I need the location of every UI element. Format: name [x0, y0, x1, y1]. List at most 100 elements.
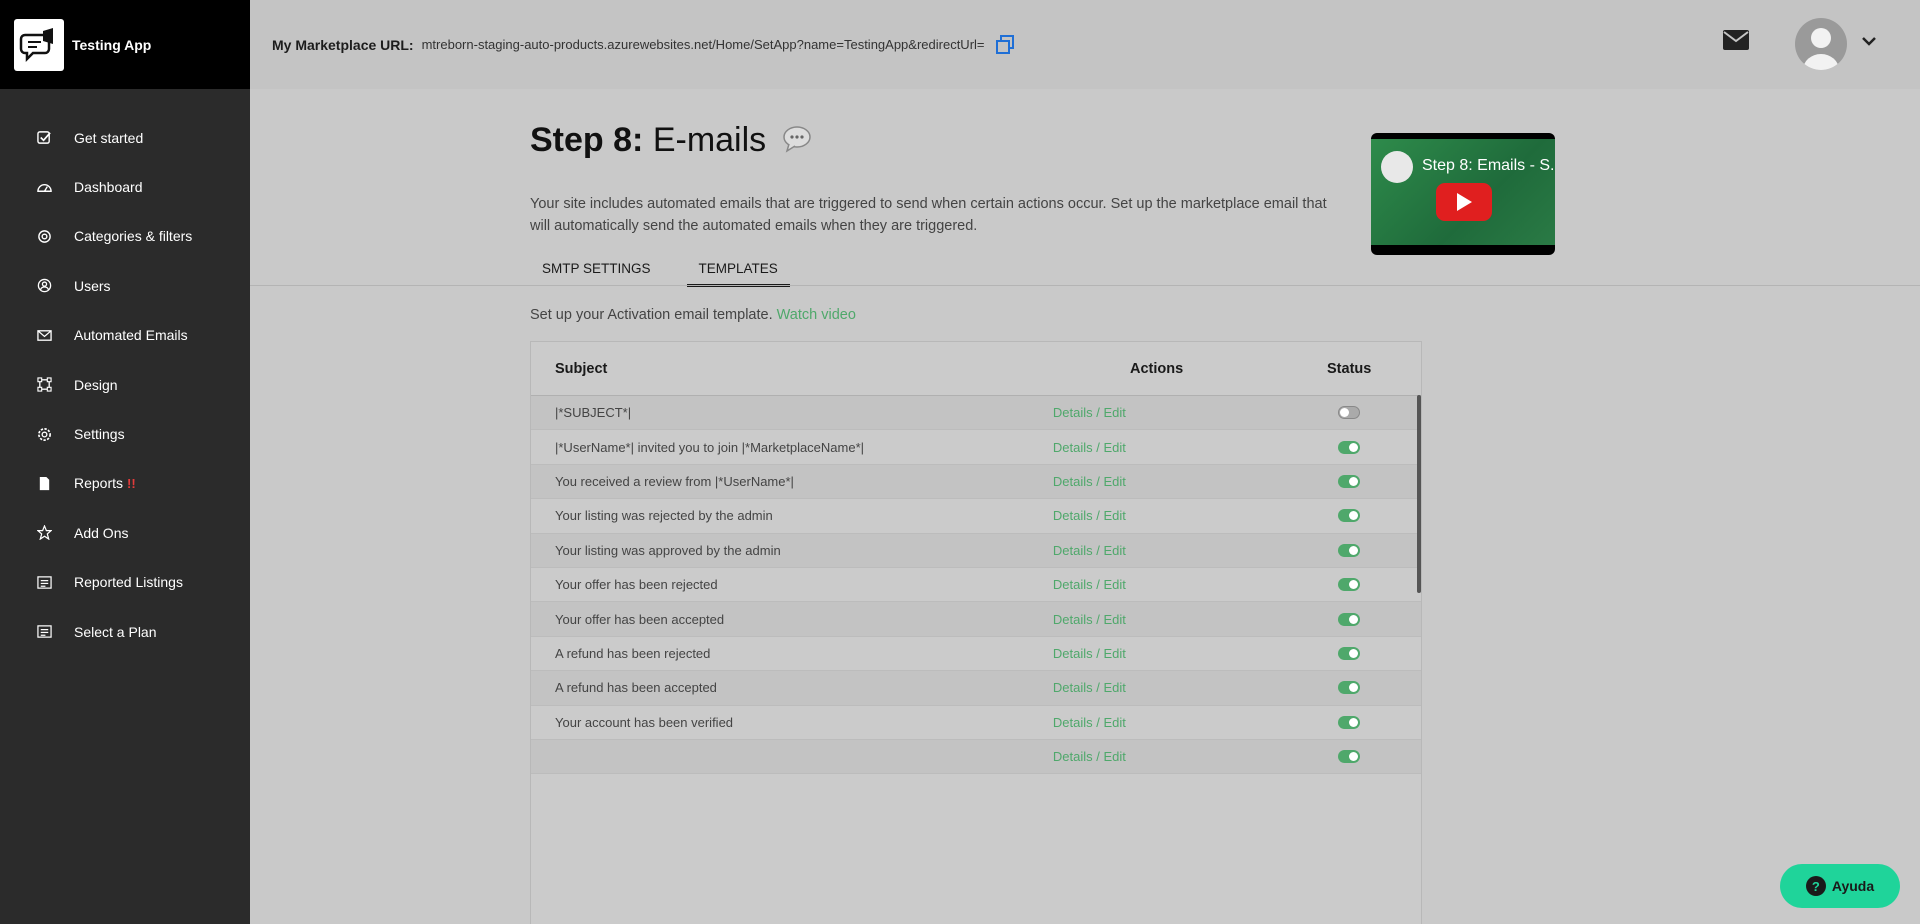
chat-bubble-icon[interactable] [782, 123, 812, 162]
details-edit-link[interactable]: Details / Edit [1053, 680, 1126, 695]
sidebar-item-add-ons[interactable]: Add Ons [0, 508, 250, 557]
details-edit-link[interactable]: Details / Edit [1053, 543, 1126, 558]
status-toggle[interactable] [1338, 612, 1361, 626]
sidebar-item-dashboard[interactable]: Dashboard [0, 162, 250, 211]
channel-avatar [1381, 151, 1413, 183]
row-subject: Your account has been verified [555, 714, 734, 730]
row-actions: Details / Edit [1036, 646, 1277, 661]
marketplace-url-label: My Marketplace URL: [272, 36, 414, 53]
table-row: A refund has been accepted Details / Edit [531, 671, 1421, 706]
list-icon [36, 574, 52, 590]
row-status [1277, 406, 1421, 420]
alert-badge: !! [127, 475, 136, 491]
row-status [1277, 646, 1421, 660]
sidebar-item-label: Users [74, 277, 111, 294]
row-status [1277, 681, 1421, 695]
row-subject: Your offer has been rejected [555, 577, 718, 593]
status-toggle[interactable] [1338, 578, 1361, 592]
status-toggle[interactable] [1338, 406, 1361, 420]
status-toggle[interactable] [1338, 509, 1361, 523]
sidebar-item-select-a-plan[interactable]: Select a Plan [0, 607, 250, 656]
table-row: Your listing was rejected by the admin De… [531, 499, 1421, 534]
details-edit-link[interactable]: Details / Edit [1053, 440, 1126, 455]
toggle-knob [1349, 752, 1359, 762]
table-row: Your account has been verified Details / … [531, 706, 1421, 740]
toggle-knob [1349, 683, 1359, 693]
sidebar-item-label: Reported Listings [74, 574, 183, 591]
row-actions: Details / Edit [1036, 440, 1277, 455]
tab-templates[interactable]: TEMPLATES [686, 249, 790, 287]
user-circle-icon [36, 278, 52, 294]
status-toggle[interactable] [1338, 750, 1361, 764]
row-subject: |*UserName*| invited you to join |*Marke… [555, 439, 865, 455]
document-icon [36, 475, 52, 491]
row-status [1277, 715, 1421, 729]
sidebar-item-label: Reports [74, 475, 124, 492]
status-toggle[interactable] [1338, 646, 1361, 660]
watch-video-link[interactable]: Watch video [777, 307, 856, 323]
chevron-down-icon[interactable] [1861, 34, 1877, 52]
video-title: Step 8: Emails - S... [1422, 157, 1555, 174]
help-button[interactable]: ? Ayuda [1780, 864, 1900, 908]
video-background: Step 8: Emails - S... [1371, 139, 1555, 245]
tab-smtp-settings[interactable]: SMTP SETTINGS [530, 249, 663, 287]
details-edit-link[interactable]: Details / Edit [1053, 474, 1126, 489]
sidebar-item-users[interactable]: Users [0, 261, 250, 310]
sidebar-item-categories-and-filters[interactable]: Categories & filters [0, 212, 250, 261]
details-edit-link[interactable]: Details / Edit [1053, 612, 1126, 627]
table-row: A refund has been rejected Details / Edit [531, 637, 1421, 672]
sidebar-item-reported-listings[interactable]: Reported Listings [0, 558, 250, 607]
toggle-knob [1349, 614, 1359, 624]
details-edit-link[interactable]: Details / Edit [1053, 749, 1126, 764]
sidebar-item-settings[interactable]: Settings [0, 409, 250, 458]
details-edit-link[interactable]: Details / Edit [1053, 646, 1126, 661]
user-avatar[interactable] [1795, 18, 1847, 70]
row-subject: |*SUBJECT*| [555, 405, 632, 421]
details-edit-link[interactable]: Details / Edit [1053, 577, 1126, 592]
details-edit-link[interactable]: Details / Edit [1053, 715, 1126, 730]
row-actions: Details / Edit [1036, 577, 1277, 592]
row-status [1277, 578, 1421, 592]
status-toggle[interactable] [1338, 440, 1361, 454]
row-actions: Details / Edit [1036, 474, 1277, 489]
megaphone-logo-icon [19, 27, 53, 62]
brand[interactable]: Testing App [0, 0, 250, 89]
column-header-status: Status [1327, 360, 1372, 377]
mail-icon[interactable] [1723, 30, 1749, 55]
sidebar-item-automated-emails[interactable]: Automated Emails [0, 311, 250, 360]
help-label: Ayuda [1831, 878, 1875, 894]
sidebar-item-label: Design [74, 376, 118, 393]
table-row: |*UserName*| invited you to join |*Marke… [531, 430, 1421, 465]
sidebar-item-get-started[interactable]: Get started [0, 113, 250, 162]
status-toggle[interactable] [1338, 681, 1361, 695]
sidebar-item-reports[interactable]: Reports!! [0, 459, 250, 508]
gauge-icon [36, 179, 52, 195]
checkbox-icon [36, 130, 52, 146]
video-thumbnail[interactable]: Step 8: Emails - S... [1371, 133, 1555, 255]
page-title: Step 8: E-mails [530, 121, 812, 162]
tab-bar: SMTP SETTINGS TEMPLATES [530, 249, 814, 287]
row-actions: Details / Edit [1036, 405, 1277, 420]
table-row: Your listing was approved by the admin De… [531, 533, 1421, 568]
row-actions: Details / Edit [1036, 749, 1277, 764]
toggle-knob [1349, 648, 1359, 658]
status-toggle[interactable] [1338, 543, 1361, 557]
sidebar-item-design[interactable]: Design [0, 360, 250, 409]
table-row: You received a review from |*UserName*| D… [531, 464, 1421, 500]
row-status [1277, 509, 1421, 523]
list-icon [36, 624, 52, 640]
row-status [1277, 612, 1421, 626]
status-toggle[interactable] [1338, 715, 1361, 729]
play-icon[interactable] [1436, 183, 1492, 221]
page-description: Your site includes automated emails that… [530, 196, 1327, 234]
details-edit-link[interactable]: Details / Edit [1053, 405, 1126, 420]
column-header-actions: Actions [1130, 360, 1184, 377]
row-actions: Details / Edit [1036, 715, 1277, 730]
table-scrollbar[interactable] [1417, 395, 1421, 593]
status-toggle[interactable] [1338, 474, 1361, 488]
tabs-divider [250, 285, 1920, 286]
toggle-knob [1349, 511, 1359, 521]
details-edit-link[interactable]: Details / Edit [1053, 508, 1126, 523]
table-row: Your offer has been rejected Details / Ed… [531, 568, 1421, 603]
copy-icon[interactable] [993, 33, 1017, 57]
